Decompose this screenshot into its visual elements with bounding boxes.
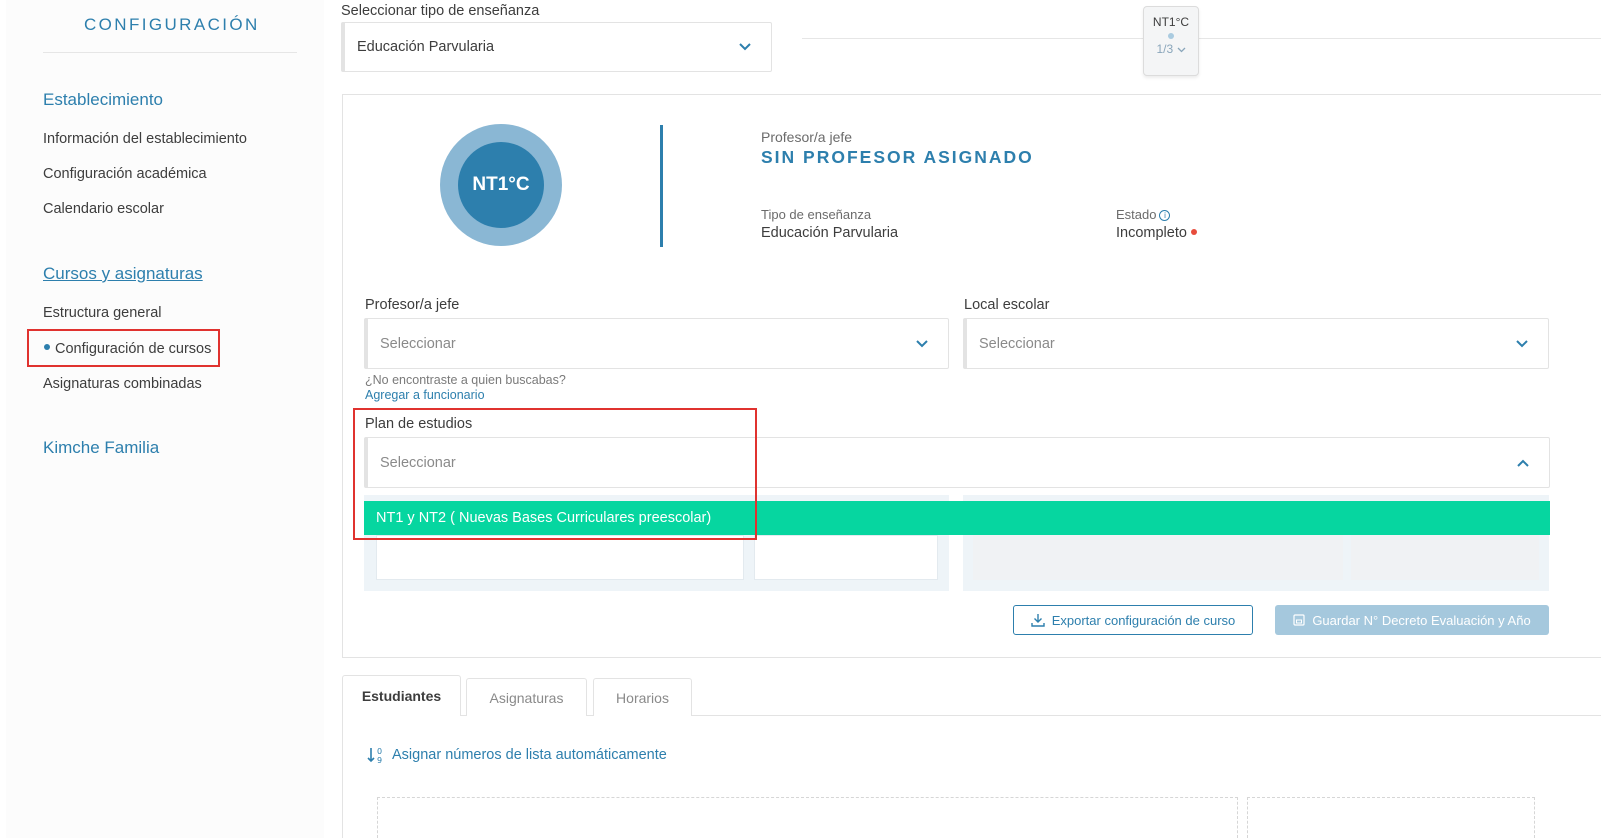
info-icon[interactable]: i bbox=[1159, 210, 1171, 222]
teacher-select[interactable]: Seleccionar bbox=[364, 318, 949, 369]
assign-list-numbers-label: Asignar números de lista automáticamente bbox=[392, 747, 667, 763]
sidebar-section-kimche-familia[interactable]: Kimche Familia bbox=[43, 438, 159, 458]
sidebar-section-cursos[interactable]: Cursos y asignaturas bbox=[43, 264, 203, 284]
local-select-placeholder: Seleccionar bbox=[979, 335, 1055, 352]
annotation-highlight-box bbox=[353, 408, 757, 540]
panel-border bbox=[342, 716, 343, 838]
placeholder-box bbox=[754, 535, 938, 580]
sidebar-item-asignaturas-combinadas[interactable]: Asignaturas combinadas bbox=[43, 376, 202, 392]
course-card: NT1°C Profesor/a jefe SIN PROFESOR ASIGN… bbox=[342, 94, 1601, 658]
local-field-label: Local escolar bbox=[964, 297, 1050, 313]
dot-icon bbox=[1168, 33, 1174, 39]
chevron-down-icon bbox=[1516, 335, 1528, 353]
sidebar-title: CONFIGURACIÓN bbox=[84, 15, 260, 34]
sidebar-section-establecimiento[interactable]: Establecimiento bbox=[43, 90, 163, 110]
course-stepper-name: NT1°C bbox=[1152, 15, 1190, 29]
teacher-select-placeholder: Seleccionar bbox=[380, 335, 456, 352]
helper-text: ¿No encontraste a quien buscabas? bbox=[365, 373, 566, 387]
teaching-type-select[interactable]: Educación Parvularia bbox=[341, 22, 772, 72]
course-stepper-tag[interactable]: NT1°C 1/3 bbox=[1143, 6, 1199, 76]
tab-horarios[interactable]: Horarios bbox=[593, 678, 692, 716]
status-dot-icon bbox=[1190, 229, 1197, 236]
status-value: Incompleto bbox=[1116, 225, 1197, 241]
status-label: Estado i bbox=[1116, 207, 1171, 222]
save-icon bbox=[1293, 614, 1305, 626]
teacher-field-label: Profesor/a jefe bbox=[365, 297, 460, 313]
add-staff-link[interactable]: Agregar a funcionario bbox=[365, 388, 485, 402]
placeholder-box bbox=[1247, 797, 1535, 838]
course-stepper-page[interactable]: 1/3 bbox=[1144, 42, 1198, 56]
tab-asignaturas[interactable]: Asignaturas bbox=[466, 678, 587, 716]
tab-estudiantes[interactable]: Estudiantes bbox=[342, 675, 461, 716]
sidebar-item-calendario[interactable]: Calendario escolar bbox=[43, 201, 164, 217]
chevron-up-icon bbox=[1517, 454, 1529, 472]
chevron-down-icon bbox=[739, 38, 751, 56]
placeholder-box bbox=[1351, 535, 1539, 580]
save-decree-button[interactable]: Guardar N° Decreto Evaluación y Año bbox=[1275, 605, 1549, 635]
sidebar-item-informacion[interactable]: Información del establecimiento bbox=[43, 131, 247, 147]
svg-text:0: 0 bbox=[377, 747, 382, 756]
assign-list-numbers-link[interactable]: 0 9 Asignar números de lista automáticam… bbox=[366, 745, 667, 765]
placeholder-box bbox=[376, 535, 744, 580]
teaching-type-select-label: Seleccionar tipo de enseñanza bbox=[341, 3, 540, 19]
save-decree-label: Guardar N° Decreto Evaluación y Año bbox=[1312, 612, 1531, 628]
sidebar: CONFIGURACIÓN Establecimiento Informació… bbox=[6, 0, 324, 838]
svg-text:9: 9 bbox=[377, 756, 382, 765]
local-select[interactable]: Seleccionar bbox=[963, 318, 1549, 369]
course-avatar: NT1°C bbox=[440, 124, 562, 246]
course-avatar-label: NT1°C bbox=[458, 142, 544, 228]
annotation-highlight-box bbox=[27, 329, 220, 367]
download-icon bbox=[1031, 614, 1045, 627]
placeholder-box bbox=[973, 535, 1343, 580]
divider bbox=[660, 125, 663, 247]
export-config-button[interactable]: Exportar configuración de curso bbox=[1013, 605, 1253, 635]
export-config-label: Exportar configuración de curso bbox=[1051, 612, 1236, 628]
sort-numeric-icon: 0 9 bbox=[367, 747, 382, 765]
head-teacher-label: Profesor/a jefe bbox=[761, 129, 853, 145]
sidebar-item-configuracion-academica[interactable]: Configuración académica bbox=[43, 166, 207, 182]
sidebar-divider bbox=[43, 52, 297, 53]
teaching-type-value: Educación Parvularia bbox=[761, 225, 899, 241]
head-teacher-value: SIN PROFESOR ASIGNADO bbox=[761, 147, 1034, 167]
teaching-type-select-value: Educación Parvularia bbox=[357, 39, 495, 55]
teaching-type-label: Tipo de enseñanza bbox=[761, 207, 872, 222]
placeholder-box bbox=[377, 797, 1238, 838]
course-stepper-line bbox=[802, 38, 1601, 39]
chevron-down-icon bbox=[916, 335, 928, 353]
sidebar-item-estructura[interactable]: Estructura general bbox=[43, 305, 161, 321]
